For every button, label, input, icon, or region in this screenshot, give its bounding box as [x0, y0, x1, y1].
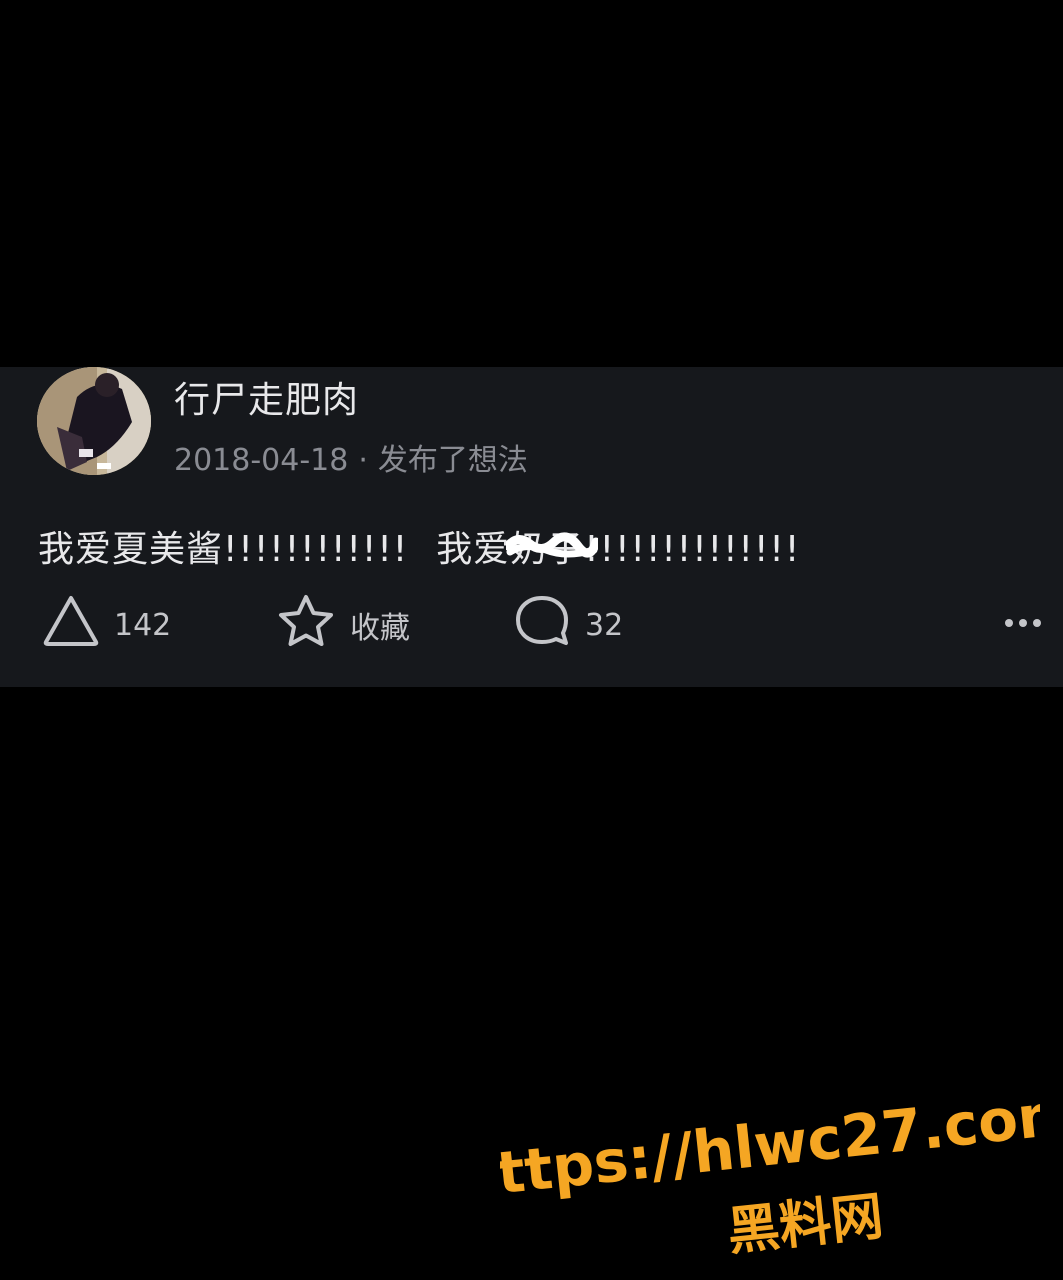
post-action-text: 发布了想法 — [377, 443, 528, 478]
like-button[interactable]: 142 — [42, 595, 171, 655]
redacted-word: 奶子 — [506, 520, 599, 572]
content-part-2-prefix: 我爱 — [436, 529, 511, 570]
like-count: 142 — [114, 607, 172, 643]
watermark-url: https://hlwc27.com — [500, 1080, 1040, 1212]
triangle-upvote-icon — [42, 594, 100, 656]
watermark-site-name: 黑料网 — [725, 1187, 886, 1263]
favorite-label: 收藏 — [350, 611, 410, 646]
meta-separator: · — [358, 443, 368, 478]
comment-count: 32 — [585, 607, 624, 643]
post-card[interactable]: 行尸走肥肉 2018-04-18 · 发布了想法 我爱夏美酱!!!!!!!!!!!!… — [0, 367, 1063, 687]
post-meta: 2018-04-18 · 发布了想法 — [174, 435, 528, 479]
content-part-2-suffix: !!!!!!!!!!!!!! — [584, 529, 801, 570]
post-content: 我爱夏美酱!!!!!!!!!!!! 我爱奶子 !!!!!!!!!!!!!! — [38, 520, 800, 572]
action-bar: 142 收藏 32 — [0, 595, 1063, 655]
post-date: 2018-04-18 — [174, 443, 349, 478]
favorite-button[interactable]: 收藏 — [276, 595, 410, 655]
redaction-scribble — [506, 532, 599, 558]
star-icon — [276, 593, 336, 657]
watermark: https://hlwc27.com 黑料网 — [500, 1080, 1040, 1266]
username[interactable]: 行尸走肥肉 — [174, 371, 359, 423]
comment-button[interactable]: 32 — [513, 595, 623, 655]
speech-bubble-icon — [513, 593, 571, 657]
avatar[interactable] — [37, 367, 151, 475]
more-dots-icon[interactable] — [1003, 613, 1043, 633]
screenshot-stage: 行尸走肥肉 2018-04-18 · 发布了想法 我爱夏美酱!!!!!!!!!!!!… — [0, 0, 1063, 1280]
content-part-1: 我爱夏美酱!!!!!!!!!!!! — [38, 529, 409, 570]
